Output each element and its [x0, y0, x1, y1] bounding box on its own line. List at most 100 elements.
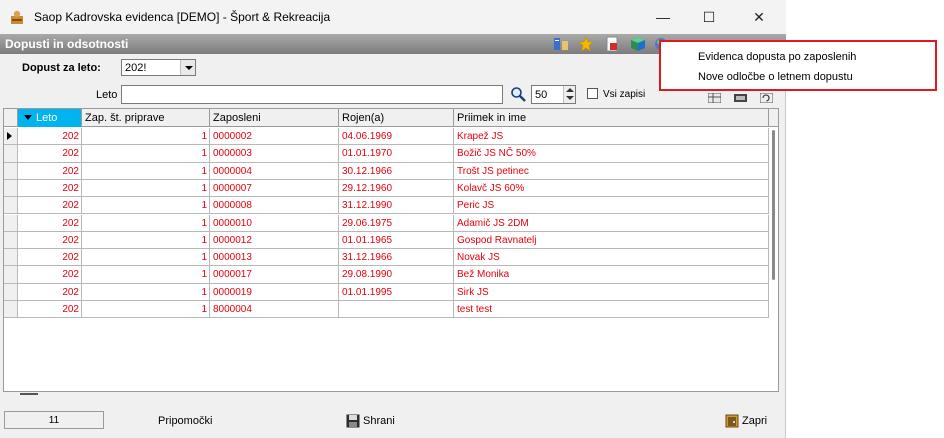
- table-row[interactable]: 202 1 0000004 30.12.1966 Trošt JS petinec: [4, 162, 778, 180]
- cell-priimek-ime[interactable]: test test: [454, 301, 769, 319]
- row-indicator: [4, 145, 18, 163]
- cell-zaposleni[interactable]: 0000013: [210, 249, 339, 267]
- close-window-button[interactable]: ✕: [736, 0, 782, 34]
- chevron-down-icon[interactable]: [180, 60, 195, 75]
- cell-leto[interactable]: 202: [18, 283, 82, 301]
- cell-rojen[interactable]: 01.01.1965: [339, 231, 454, 250]
- cell-zaposleni[interactable]: 0000012: [210, 231, 339, 250]
- table-row[interactable]: 202 1 0000008 31.12.1990 Peric JS: [4, 197, 778, 215]
- structure-icon[interactable]: [553, 36, 569, 52]
- cell-zaposleni[interactable]: 0000019: [210, 283, 339, 301]
- table-row[interactable]: 202 1 8000004 test test: [4, 301, 778, 319]
- cell-rojen[interactable]: 01.01.1970: [339, 145, 454, 163]
- cell-leto[interactable]: 202: [18, 197, 82, 215]
- search-icon[interactable]: [510, 86, 526, 102]
- scrollbar-thumb[interactable]: [772, 130, 775, 280]
- document-red-icon[interactable]: [604, 36, 620, 52]
- cell-priimek-ime[interactable]: Božič JS NČ 50%: [454, 145, 769, 163]
- cell-priimek-ime[interactable]: Kolavč JS 60%: [454, 179, 769, 198]
- close-button[interactable]: Zapri: [725, 412, 767, 430]
- cell-zaposleni[interactable]: 0000017: [210, 266, 339, 284]
- year-select[interactable]: 202!: [121, 59, 196, 76]
- cell-leto[interactable]: 202: [18, 301, 82, 319]
- header-indicator: [4, 109, 18, 127]
- cell-rojen[interactable]: 29.08.1990: [339, 266, 454, 284]
- cell-priimek-ime[interactable]: Gospod Ravnatelj: [454, 231, 769, 250]
- cell-rojen[interactable]: 30.12.1966: [339, 162, 454, 180]
- leto-search-input[interactable]: [121, 85, 503, 104]
- refresh-icon[interactable]: [759, 92, 774, 104]
- cell-zap-st[interactable]: 1: [82, 128, 210, 146]
- favorite-star-icon[interactable]: [578, 36, 594, 52]
- cell-priimek-ime[interactable]: Novak JS: [454, 249, 769, 267]
- maximize-button[interactable]: ☐: [686, 0, 732, 34]
- cell-rojen[interactable]: 29.12.1960: [339, 179, 454, 198]
- grid-view-icon[interactable]: [707, 92, 722, 104]
- cell-zaposleni[interactable]: 8000004: [210, 301, 339, 319]
- cell-priimek-ime[interactable]: Trošt JS petinec: [454, 162, 769, 180]
- cell-leto[interactable]: 202: [18, 231, 82, 250]
- cell-rojen[interactable]: 31.12.1966: [339, 249, 454, 267]
- cell-zaposleni[interactable]: 0000010: [210, 214, 339, 232]
- cell-leto[interactable]: 202: [18, 266, 82, 284]
- cell-rojen[interactable]: 01.01.1995: [339, 283, 454, 301]
- cell-zaposleni[interactable]: 0000002: [210, 128, 339, 146]
- export-icon[interactable]: [734, 93, 747, 103]
- cell-zap-st[interactable]: 1: [82, 283, 210, 301]
- save-button[interactable]: Shrani: [346, 412, 395, 430]
- table-row[interactable]: 202 1 0000013 31.12.1966 Novak JS: [4, 249, 778, 267]
- cell-zaposleni[interactable]: 0000003: [210, 145, 339, 163]
- cell-zap-st[interactable]: 1: [82, 301, 210, 319]
- cell-rojen[interactable]: 29.06.1975: [339, 214, 454, 232]
- row-indicator: [4, 283, 18, 301]
- minimize-icon: —: [656, 9, 670, 25]
- cell-leto[interactable]: 202: [18, 162, 82, 180]
- menu-item-evidenca-dopusta[interactable]: Evidenca dopusta po zaposlenih: [698, 51, 856, 63]
- cell-rojen[interactable]: 31.12.1990: [339, 197, 454, 215]
- header-zaposleni[interactable]: Zaposleni: [210, 109, 339, 127]
- header-rojen[interactable]: Rojen(a): [339, 109, 454, 127]
- spin-arrows-icon[interactable]: [563, 86, 575, 103]
- cell-leto[interactable]: 202: [18, 214, 82, 232]
- menu-item-nove-odlocbe[interactable]: Nove odločbe o letnem dopustu: [698, 71, 853, 83]
- cell-priimek-ime[interactable]: Krapež JS: [454, 128, 769, 146]
- table-row[interactable]: 202 1 0000019 01.01.1995 Sirk JS: [4, 283, 778, 301]
- cell-priimek-ime[interactable]: Peric JS: [454, 197, 769, 215]
- table-row[interactable]: 202 1 0000007 29.12.1960 Kolavč JS 60%: [4, 179, 778, 198]
- table-row[interactable]: 202 1 0000017 29.08.1990 Bež Monika: [4, 266, 778, 284]
- cell-leto[interactable]: 202: [18, 249, 82, 267]
- cell-zaposleni[interactable]: 0000007: [210, 179, 339, 198]
- cell-zap-st[interactable]: 1: [82, 179, 210, 198]
- cell-leto[interactable]: 202: [18, 145, 82, 163]
- table-row[interactable]: 202 1 0000012 01.01.1965 Gospod Ravnatelj: [4, 231, 778, 250]
- vertical-scrollbar[interactable]: [769, 128, 778, 391]
- all-records-checkbox[interactable]: [587, 88, 598, 99]
- table-row[interactable]: 202 1 0000010 29.06.1975 Adamič JS 2DM: [4, 214, 778, 232]
- tools-button[interactable]: Pripomočki: [158, 412, 212, 430]
- cell-zap-st[interactable]: 1: [82, 231, 210, 250]
- cell-priimek-ime[interactable]: Bež Monika: [454, 266, 769, 284]
- minimize-button[interactable]: —: [640, 0, 686, 34]
- cell-leto[interactable]: 202: [18, 179, 82, 198]
- page-size-stepper[interactable]: 50: [531, 85, 576, 104]
- cell-priimek-ime[interactable]: Adamič JS 2DM: [454, 214, 769, 232]
- cell-zaposleni[interactable]: 0000008: [210, 197, 339, 215]
- cell-zap-st[interactable]: 1: [82, 214, 210, 232]
- cell-zap-st[interactable]: 1: [82, 249, 210, 267]
- header-priimek-ime[interactable]: Priimek in ime: [454, 109, 769, 127]
- table-row[interactable]: 202 1 0000003 01.01.1970 Božič JS NČ 50%: [4, 145, 778, 163]
- header-leto[interactable]: Leto: [18, 109, 82, 127]
- cell-zap-st[interactable]: 1: [82, 162, 210, 180]
- cell-zaposleni[interactable]: 0000004: [210, 162, 339, 180]
- cell-rojen[interactable]: 04.06.1969: [339, 128, 454, 146]
- horizontal-scroll-indicator[interactable]: [20, 393, 38, 395]
- cell-zap-st[interactable]: 1: [82, 197, 210, 215]
- cell-leto[interactable]: 202: [18, 128, 82, 146]
- cell-zap-st[interactable]: 1: [82, 266, 210, 284]
- cube-icon[interactable]: [630, 36, 646, 52]
- table-row[interactable]: 202 1 0000002 04.06.1969 Krapež JS: [4, 128, 778, 146]
- cell-priimek-ime[interactable]: Sirk JS: [454, 283, 769, 301]
- header-zap-st[interactable]: Zap. št. priprave: [82, 109, 210, 127]
- cell-zap-st[interactable]: 1: [82, 145, 210, 163]
- cell-rojen[interactable]: [339, 301, 454, 319]
